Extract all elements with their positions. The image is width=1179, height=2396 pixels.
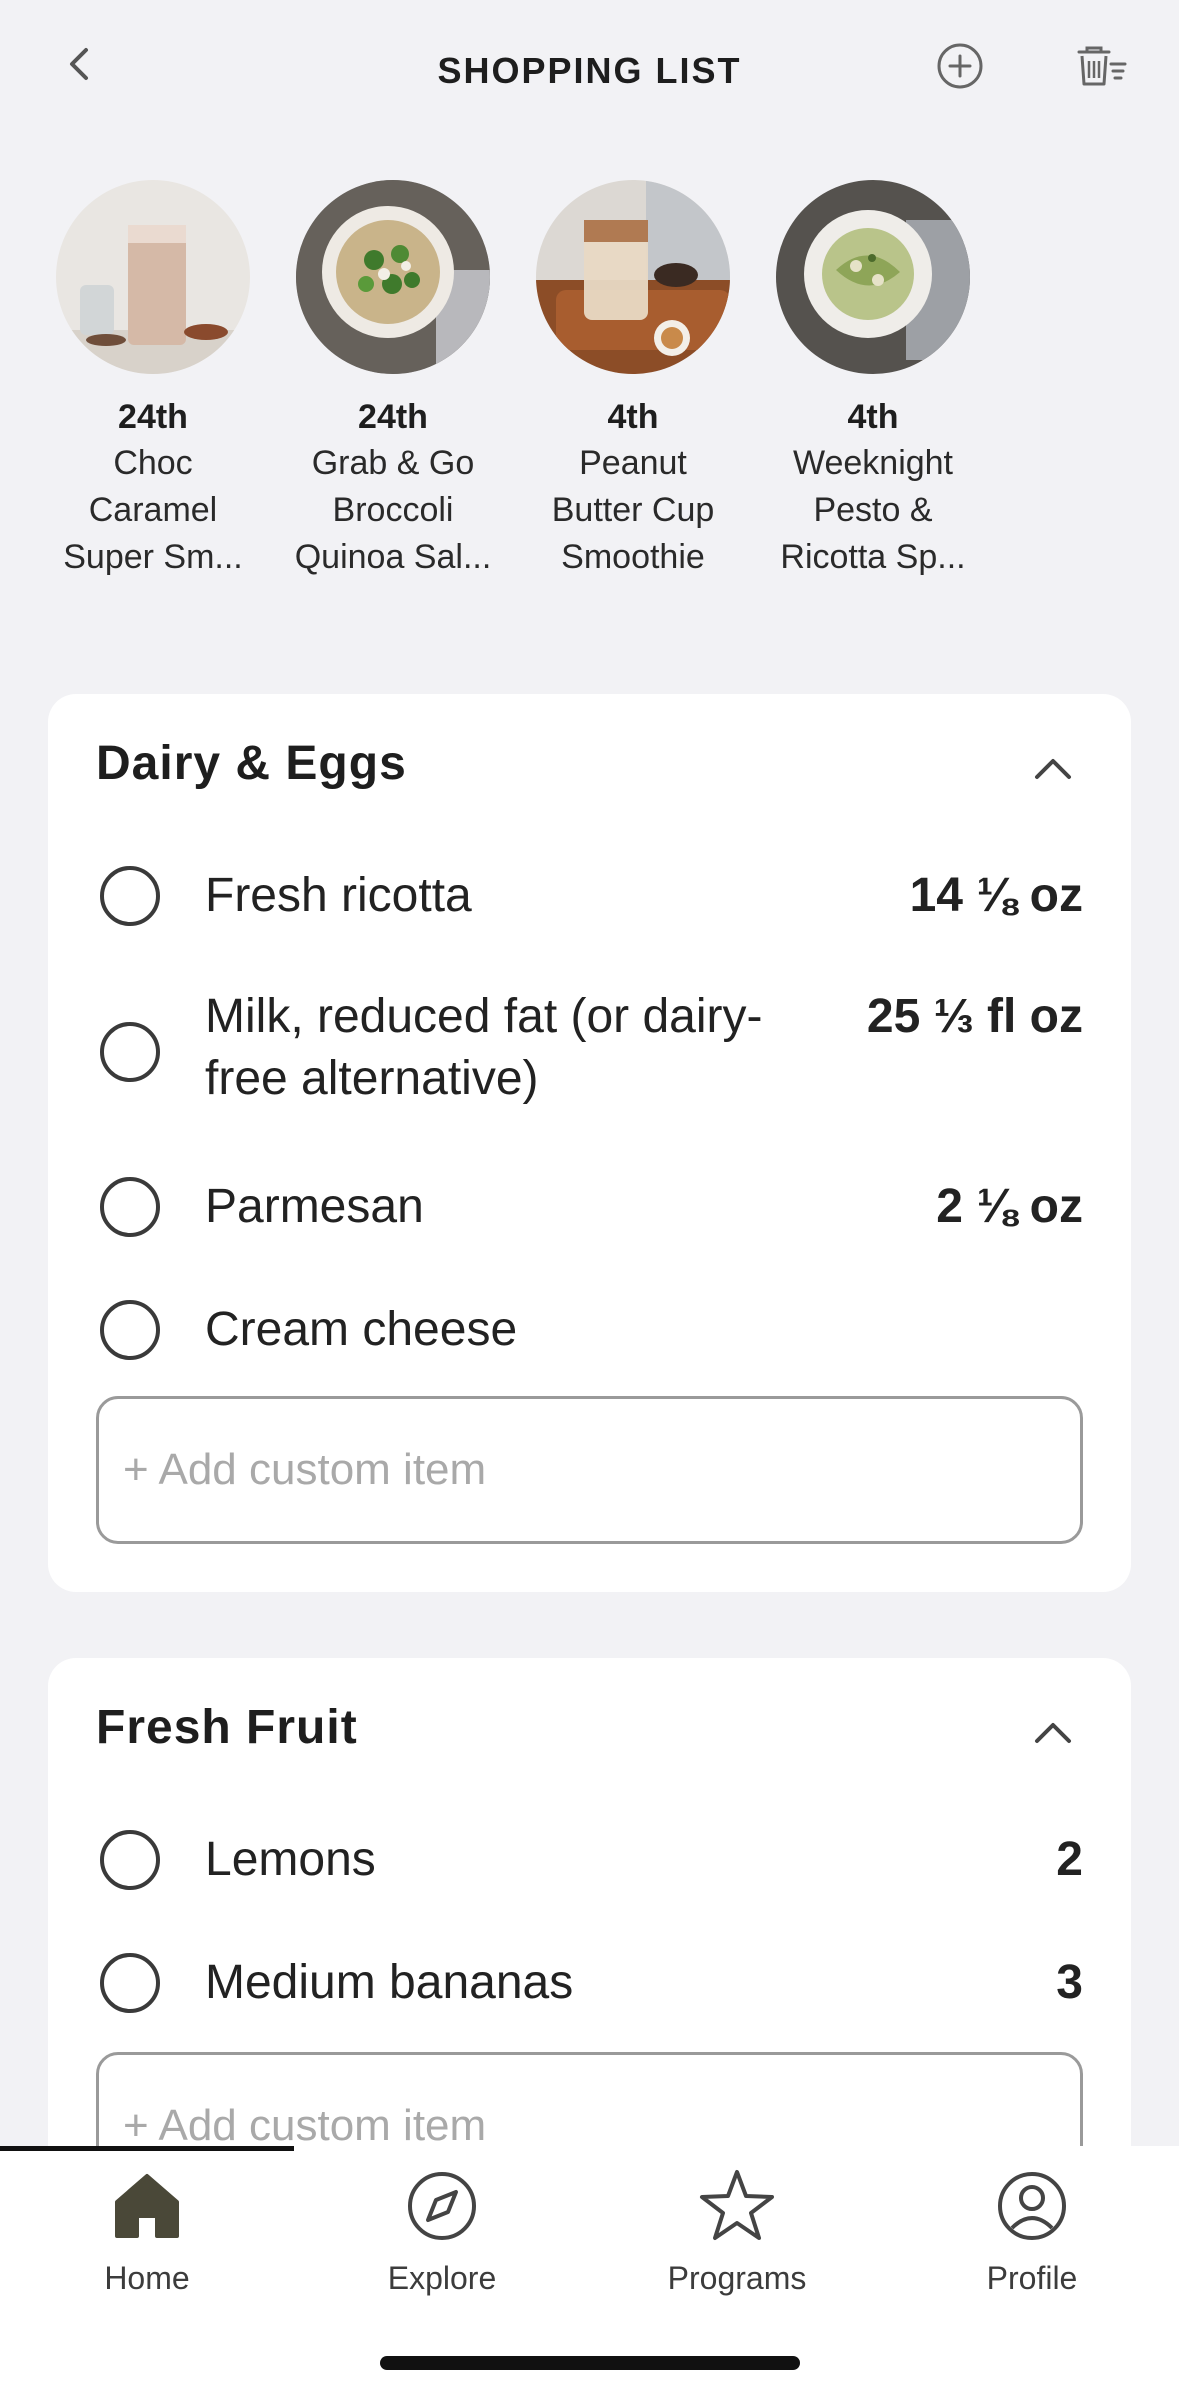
recipe-image bbox=[56, 180, 250, 374]
recipe-card[interactable]: 24th Choc Caramel Super Sm... bbox=[33, 180, 273, 581]
item-quantity: 14 ⅛ oz bbox=[909, 869, 1083, 922]
recipe-image bbox=[776, 180, 970, 374]
item-label: Lemons bbox=[205, 1833, 376, 1886]
nav-home[interactable]: Home bbox=[0, 2166, 294, 2297]
item-quantity: 3 bbox=[1056, 1956, 1083, 2009]
recipe-date: 4th bbox=[607, 398, 659, 436]
star-icon bbox=[697, 2166, 777, 2246]
recipe-image bbox=[296, 180, 490, 374]
section-dairy-eggs: Dairy & Eggs Fresh ricotta 14 ⅛ oz Milk,… bbox=[48, 694, 1131, 1592]
nav-programs[interactable]: Programs bbox=[590, 2166, 884, 2297]
recipe-name: Weeknight Pesto & Ricotta Sp... bbox=[780, 444, 966, 576]
shopping-list-screen: SHOPPING LIST 24th Choc Caramel Super Sm… bbox=[0, 0, 1179, 2396]
header: SHOPPING LIST bbox=[0, 0, 1179, 140]
chevron-up-icon bbox=[1031, 753, 1075, 788]
add-custom-item-input[interactable] bbox=[96, 1396, 1083, 1544]
collapse-button[interactable] bbox=[1023, 1704, 1083, 1764]
collapse-button[interactable] bbox=[1023, 740, 1083, 800]
section-title: Dairy & Eggs bbox=[96, 737, 407, 790]
active-tab-indicator bbox=[0, 2146, 294, 2151]
recipe-name: Choc Caramel Super Sm... bbox=[63, 444, 243, 576]
item-checkbox[interactable] bbox=[100, 1177, 160, 1237]
item-label: Cream cheese bbox=[205, 1303, 518, 1356]
recipe-image bbox=[536, 180, 730, 374]
item-checkbox[interactable] bbox=[100, 1830, 160, 1890]
plus-circle-icon bbox=[935, 41, 985, 96]
nav-explore[interactable]: Explore bbox=[295, 2166, 589, 2297]
recipe-date: 4th bbox=[847, 398, 899, 436]
clear-list-button[interactable] bbox=[1070, 38, 1134, 98]
nav-profile[interactable]: Profile bbox=[885, 2166, 1179, 2297]
item-label: Parmesan bbox=[205, 1180, 424, 1233]
home-icon bbox=[107, 2166, 187, 2246]
home-indicator bbox=[380, 2356, 800, 2370]
trash-list-icon bbox=[1075, 44, 1129, 93]
nav-label: Programs bbox=[667, 2260, 807, 2296]
item-checkbox[interactable] bbox=[100, 1022, 160, 1082]
recipe-name: Grab & Go Broccoli Quinoa Sal... bbox=[294, 444, 492, 576]
item-label: Medium bananas bbox=[205, 1956, 574, 2009]
recipe-name: Peanut Butter Cup Smoothie bbox=[551, 444, 715, 576]
recipe-strip: 24th Choc Caramel Super Sm... 24th Grab … bbox=[0, 180, 1179, 600]
nav-label: Profile bbox=[986, 2260, 1078, 2296]
item-quantity: 2 bbox=[1056, 1833, 1083, 1886]
add-button[interactable] bbox=[930, 38, 990, 98]
item-label: Milk, reduced fat (or dairy-free alterna… bbox=[205, 990, 763, 1105]
recipe-card[interactable]: 4th Peanut Butter Cup Smoothie bbox=[513, 180, 753, 581]
item-quantity: 2 ⅛ oz bbox=[936, 1180, 1083, 1233]
chevron-up-icon bbox=[1031, 1717, 1075, 1752]
item-checkbox[interactable] bbox=[100, 1953, 160, 2013]
page-title: SHOPPING LIST bbox=[437, 50, 742, 91]
compass-icon bbox=[402, 2166, 482, 2246]
recipe-date: 24th bbox=[118, 398, 188, 436]
nav-label: Explore bbox=[387, 2260, 497, 2296]
recipe-date: 24th bbox=[358, 398, 428, 436]
item-checkbox[interactable] bbox=[100, 1300, 160, 1360]
profile-icon bbox=[992, 2166, 1072, 2246]
section-title: Fresh Fruit bbox=[96, 1701, 358, 1754]
item-quantity: 25 ⅓ fl oz bbox=[866, 990, 1083, 1043]
nav-label: Home bbox=[104, 2260, 190, 2296]
item-label: Fresh ricotta bbox=[205, 869, 472, 922]
recipe-card[interactable]: 24th Grab & Go Broccoli Quinoa Sal... bbox=[273, 180, 513, 581]
item-checkbox[interactable] bbox=[100, 866, 160, 926]
recipe-card[interactable]: 4th Weeknight Pesto & Ricotta Sp... bbox=[753, 180, 993, 581]
